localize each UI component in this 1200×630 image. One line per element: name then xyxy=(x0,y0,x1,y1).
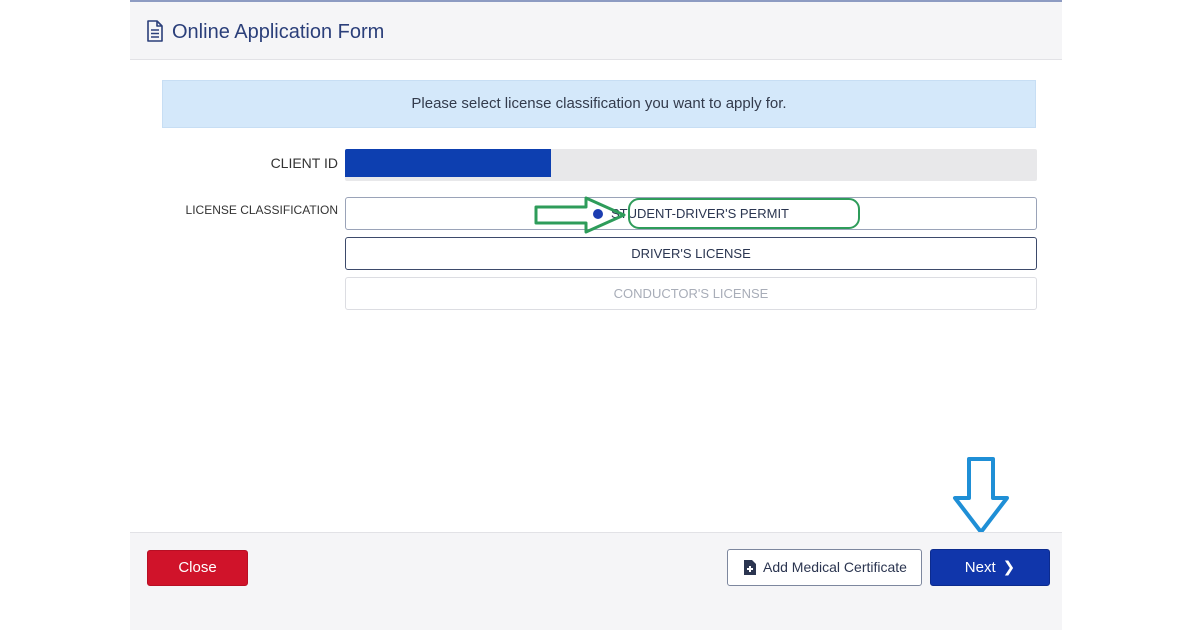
option-label: STUDENT-DRIVER'S PERMIT xyxy=(611,206,789,221)
close-button[interactable]: Close xyxy=(147,550,248,586)
license-classification-label: LICENSE CLASSIFICATION xyxy=(185,203,338,217)
option-student-drivers-permit[interactable]: STUDENT-DRIVER'S PERMIT xyxy=(345,197,1037,230)
client-id-label: CLIENT ID xyxy=(270,155,338,171)
info-banner: Please select license classification you… xyxy=(162,80,1036,128)
option-drivers-license[interactable]: DRIVER'S LICENSE xyxy=(345,237,1037,270)
client-id-redaction xyxy=(345,149,551,177)
annotation-arrow-down-icon xyxy=(953,457,1009,534)
next-button[interactable]: Next ❯ xyxy=(930,549,1050,586)
modal-footer: Close Add Medical Certificate Next ❯ xyxy=(130,532,1062,630)
chevron-right-icon: ❯ xyxy=(1002,559,1016,576)
client-id-field xyxy=(345,149,1037,181)
modal-body: Please select license classification you… xyxy=(130,60,1062,534)
document-icon xyxy=(147,20,163,42)
add-medical-certificate-button[interactable]: Add Medical Certificate xyxy=(727,549,922,586)
page-title: Online Application Form xyxy=(172,21,385,43)
option-label: DRIVER'S LICENSE xyxy=(631,246,751,261)
option-conductors-license: CONDUCTOR'S LICENSE xyxy=(345,277,1037,310)
selected-radio-icon xyxy=(593,208,603,219)
modal-header: Online Application Form xyxy=(130,2,1062,60)
add-medical-certificate-label: Add Medical Certificate xyxy=(763,559,907,575)
file-plus-icon xyxy=(744,560,756,575)
next-label: Next xyxy=(964,559,996,576)
option-label: CONDUCTOR'S LICENSE xyxy=(613,286,769,301)
application-form-modal: Online Application Form Please select li… xyxy=(130,0,1062,630)
